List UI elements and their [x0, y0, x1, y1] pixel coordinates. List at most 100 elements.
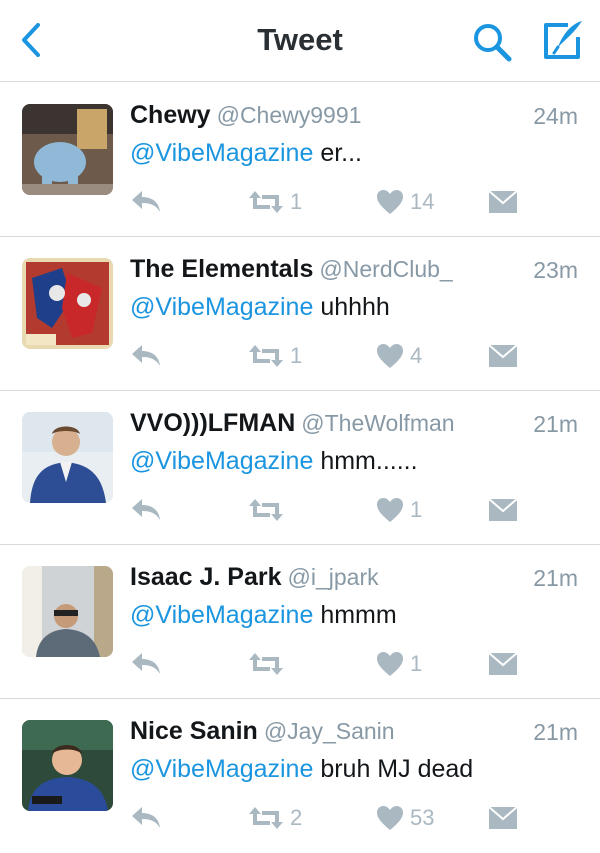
tweet-item[interactable]: VVO)))LFMAN @TheWolfman 21m @VibeMagazine…: [0, 391, 600, 545]
envelope-icon: [488, 806, 518, 829]
reply-button[interactable]: [130, 339, 162, 373]
like-button[interactable]: 1: [376, 647, 422, 681]
user-handle[interactable]: @NerdClub_: [319, 256, 452, 282]
like-count: 14: [410, 189, 435, 214]
tweet-header: VVO)))LFMAN @TheWolfman: [130, 409, 455, 439]
tweet-item[interactable]: The Elementals @NerdClub_ 23m @VibeMagazi…: [0, 237, 600, 391]
display-name[interactable]: Chewy: [130, 101, 211, 129]
search-icon: [474, 24, 512, 62]
mention-link[interactable]: @VibeMagazine: [130, 447, 313, 475]
avatar[interactable]: [22, 412, 113, 503]
reply-button[interactable]: [130, 493, 162, 527]
like-count: 1: [410, 497, 423, 522]
retweet-icon: [249, 345, 283, 367]
reply-icon: [132, 499, 160, 520]
tweet-item[interactable]: Chewy @Chewy9991 24m @VibeMagazine er... …: [0, 83, 600, 237]
direct-message-button[interactable]: [488, 801, 518, 835]
compose-button[interactable]: [538, 17, 586, 65]
retweet-count: 1: [290, 343, 303, 368]
retweet-button[interactable]: [248, 647, 290, 681]
heart-icon: [377, 344, 403, 368]
avatar[interactable]: [22, 720, 113, 811]
mention-link[interactable]: @VibeMagazine: [130, 139, 313, 167]
tweet-text: @VibeMagazine er...: [130, 139, 362, 168]
tweet-header: Nice Sanin @Jay_Sanin: [130, 717, 395, 747]
like-button[interactable]: 14: [376, 185, 434, 219]
timestamp: 23m: [533, 257, 578, 283]
reply-icon: [132, 191, 160, 212]
like-button[interactable]: 4: [376, 339, 422, 373]
envelope-icon: [488, 190, 518, 213]
retweet-button[interactable]: 1: [248, 339, 302, 373]
user-handle[interactable]: @Chewy9991: [217, 102, 362, 128]
tweet-list: Chewy @Chewy9991 24m @VibeMagazine er... …: [0, 83, 600, 853]
like-count: 1: [410, 651, 423, 676]
envelope-icon: [488, 652, 518, 675]
retweet-icon: [249, 191, 283, 213]
tweet-body: er...: [313, 139, 363, 167]
direct-message-button[interactable]: [488, 493, 518, 527]
direct-message-button[interactable]: [488, 647, 518, 681]
direct-message-button[interactable]: [488, 339, 518, 373]
like-button[interactable]: 1: [376, 493, 422, 527]
tweet-header: The Elementals @NerdClub_: [130, 255, 453, 285]
timestamp: 21m: [533, 565, 578, 591]
tweet-actions: 2 53: [130, 801, 530, 835]
tweet-actions: 1 14: [130, 185, 530, 219]
display-name[interactable]: Nice Sanin: [130, 717, 258, 745]
avatar[interactable]: [22, 104, 113, 195]
retweet-button[interactable]: [248, 493, 290, 527]
direct-message-button[interactable]: [488, 185, 518, 219]
tweet-item[interactable]: Nice Sanin @Jay_Sanin 21m @VibeMagazine b…: [0, 699, 600, 853]
tweet-text: @VibeMagazine uhhhh: [130, 293, 390, 322]
tweet-actions: 1: [130, 493, 530, 527]
tweet-body: hmm......: [313, 447, 418, 475]
tweet-body: uhhhh: [313, 293, 390, 321]
avatar[interactable]: [22, 566, 113, 657]
display-name[interactable]: The Elementals: [130, 255, 313, 283]
avatar[interactable]: [22, 258, 113, 349]
tweet-item[interactable]: Isaac J. Park @i_jpark 21m @VibeMagazine …: [0, 545, 600, 699]
retweet-count: 2: [290, 805, 303, 830]
timestamp: 21m: [533, 411, 578, 437]
reply-icon: [132, 653, 160, 674]
reply-button[interactable]: [130, 647, 162, 681]
envelope-icon: [488, 498, 518, 521]
like-count: 4: [410, 343, 423, 368]
tweet-actions: 1 4: [130, 339, 530, 373]
reply-icon: [132, 807, 160, 828]
heart-icon: [377, 806, 403, 830]
reply-icon: [132, 345, 160, 366]
user-handle[interactable]: @Jay_Sanin: [264, 718, 395, 744]
display-name[interactable]: Isaac J. Park: [130, 563, 282, 591]
retweet-button[interactable]: 1: [248, 185, 302, 219]
tweet-text: @VibeMagazine bruh MJ dead: [130, 755, 473, 784]
envelope-icon: [488, 344, 518, 367]
retweet-icon: [249, 499, 283, 521]
retweet-count: 1: [290, 189, 303, 214]
reply-button[interactable]: [130, 801, 162, 835]
search-button[interactable]: [470, 20, 514, 64]
heart-icon: [377, 190, 403, 214]
retweet-icon: [249, 807, 283, 829]
display-name[interactable]: VVO)))LFMAN: [130, 409, 295, 437]
mention-link[interactable]: @VibeMagazine: [130, 755, 313, 783]
chevron-left-icon: [22, 23, 40, 57]
retweet-icon: [249, 653, 283, 675]
user-handle[interactable]: @TheWolfman: [301, 410, 454, 436]
tweet-text: @VibeMagazine hmm......: [130, 447, 418, 476]
tweet-body: bruh MJ dead: [313, 755, 474, 783]
mention-link[interactable]: @VibeMagazine: [130, 601, 313, 629]
timestamp: 24m: [533, 103, 578, 129]
back-button[interactable]: [14, 20, 50, 60]
mention-link[interactable]: @VibeMagazine: [130, 293, 313, 321]
retweet-button[interactable]: 2: [248, 801, 302, 835]
nav-bar: Tweet: [0, 0, 600, 82]
tweet-actions: 1: [130, 647, 530, 681]
user-handle[interactable]: @i_jpark: [288, 564, 379, 590]
tweet-text: @VibeMagazine hmmm: [130, 601, 397, 630]
tweet-header: Isaac J. Park @i_jpark: [130, 563, 379, 593]
like-button[interactable]: 53: [376, 801, 434, 835]
heart-icon: [377, 498, 403, 522]
reply-button[interactable]: [130, 185, 162, 219]
